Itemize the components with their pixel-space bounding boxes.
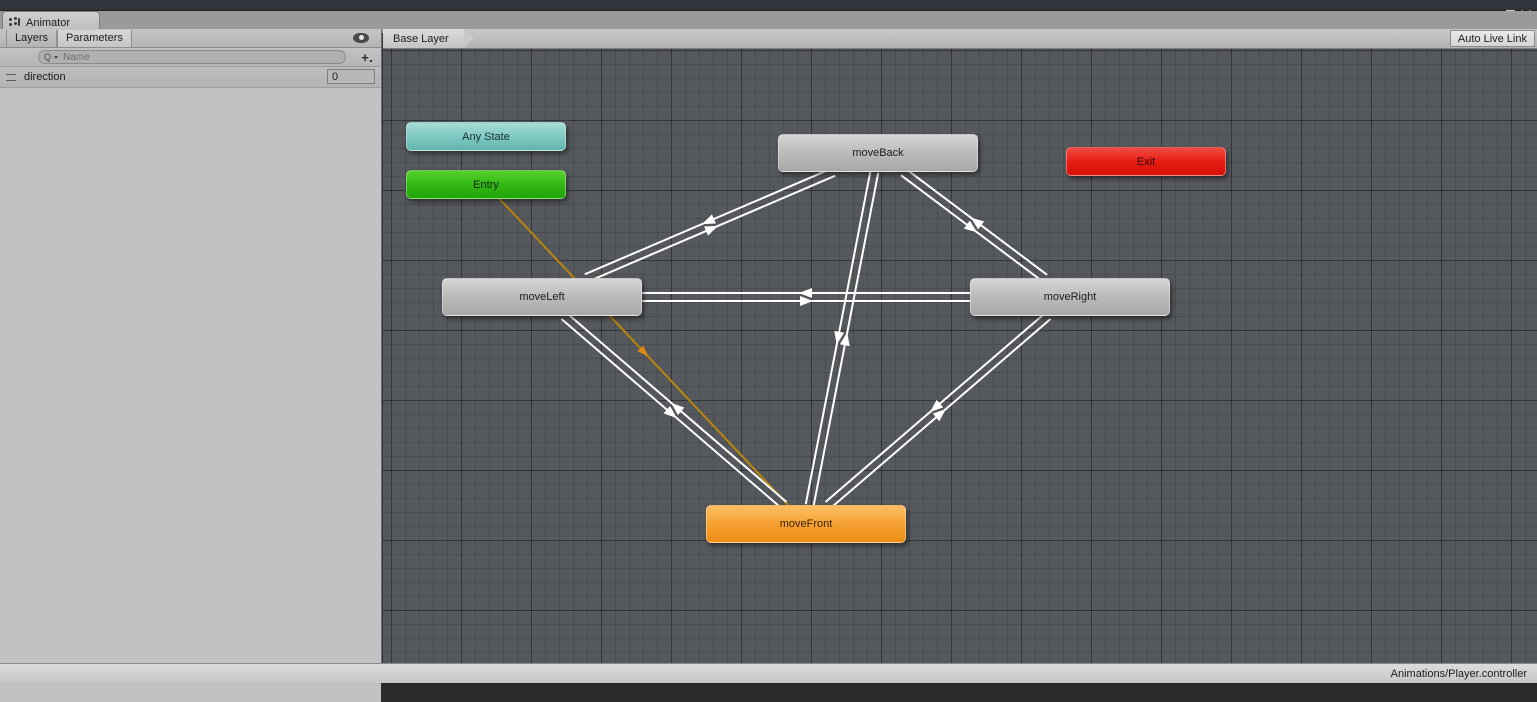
search-row: Q + xyxy=(0,48,381,67)
tab-parameters[interactable]: Parameters xyxy=(57,29,132,47)
chevron-down-icon xyxy=(54,55,59,59)
state-node-label: moveBack xyxy=(852,147,904,159)
tab-layers[interactable]: Layers xyxy=(6,29,58,47)
search-field[interactable]: Q xyxy=(38,50,346,64)
state-node-moveright[interactable]: moveRight xyxy=(970,278,1170,316)
tab-animator-label: Animator xyxy=(26,16,71,29)
transition-moveright-movefront[interactable] xyxy=(824,312,1052,509)
parameter-name: direction xyxy=(24,71,66,83)
animator-icon xyxy=(9,17,22,28)
entry-transition[interactable] xyxy=(498,198,789,506)
state-node-label: moveLeft xyxy=(519,291,565,303)
animator-window: Animator Layers Parameters Q + xyxy=(0,0,1537,702)
auto-live-link-label: Auto Live Link xyxy=(1457,32,1527,45)
transition-moveleft-movefront[interactable] xyxy=(560,312,788,509)
transition-moveright-moveback[interactable] xyxy=(900,168,1048,282)
parameters-panel: Layers Parameters Q + di xyxy=(0,29,383,702)
search-icon: Q xyxy=(44,52,52,62)
panel-status-filler xyxy=(0,663,383,683)
tab-layers-label: Layers xyxy=(15,32,49,44)
state-node-anystate[interactable]: Any State xyxy=(406,122,566,151)
drag-handle-icon[interactable] xyxy=(6,73,16,81)
state-node-moveleft[interactable]: moveLeft xyxy=(442,278,642,316)
parameter-list: direction 0 xyxy=(0,67,381,702)
breadcrumb-base-layer[interactable]: Base Layer xyxy=(383,29,474,48)
parameter-value-field[interactable]: 0 xyxy=(327,69,375,84)
state-node-moveback[interactable]: moveBack xyxy=(778,134,978,172)
state-node-movefront[interactable]: moveFront xyxy=(706,505,906,543)
state-node-exit[interactable]: Exit xyxy=(1066,147,1226,176)
animator-graph-panel: Base Layer Auto Live Link Any State Entry… xyxy=(383,29,1537,683)
transition-moveleft-moveback[interactable] xyxy=(584,167,836,283)
transition-moveback-movefront[interactable] xyxy=(804,171,880,506)
state-node-label: Entry xyxy=(473,178,499,191)
state-node-label: moveFront xyxy=(779,518,833,530)
panel-tab-bar: Layers Parameters xyxy=(0,29,381,48)
state-node-label: Exit xyxy=(1136,155,1156,168)
breadcrumb-label: Base Layer xyxy=(393,32,449,45)
state-node-label: Any State xyxy=(462,130,510,143)
window-chrome xyxy=(0,0,1537,11)
controller-path-label: Animations/Player.controller xyxy=(1390,667,1527,680)
state-node-entry[interactable]: Entry xyxy=(406,170,566,199)
eye-icon[interactable] xyxy=(353,33,369,44)
auto-live-link-button[interactable]: Auto Live Link xyxy=(1449,30,1535,47)
parameter-row-direction[interactable]: direction 0 xyxy=(0,67,381,88)
state-machine-graph[interactable]: Any State Entry moveBack Exit moveLeft moveRi… xyxy=(383,49,1537,663)
breadcrumb-bar: Base Layer Auto Live Link xyxy=(383,29,1537,49)
transition-moveleft-moveright[interactable] xyxy=(642,288,970,306)
add-parameter-label: + xyxy=(361,50,369,65)
tab-parameters-label: Parameters xyxy=(66,32,123,44)
search-input[interactable] xyxy=(63,51,314,63)
status-bar: Animations/Player.controller xyxy=(383,663,1537,683)
parameter-list-empty-area xyxy=(0,125,381,702)
add-parameter-button[interactable]: + xyxy=(358,51,372,64)
state-node-label: moveRight xyxy=(1043,291,1097,303)
